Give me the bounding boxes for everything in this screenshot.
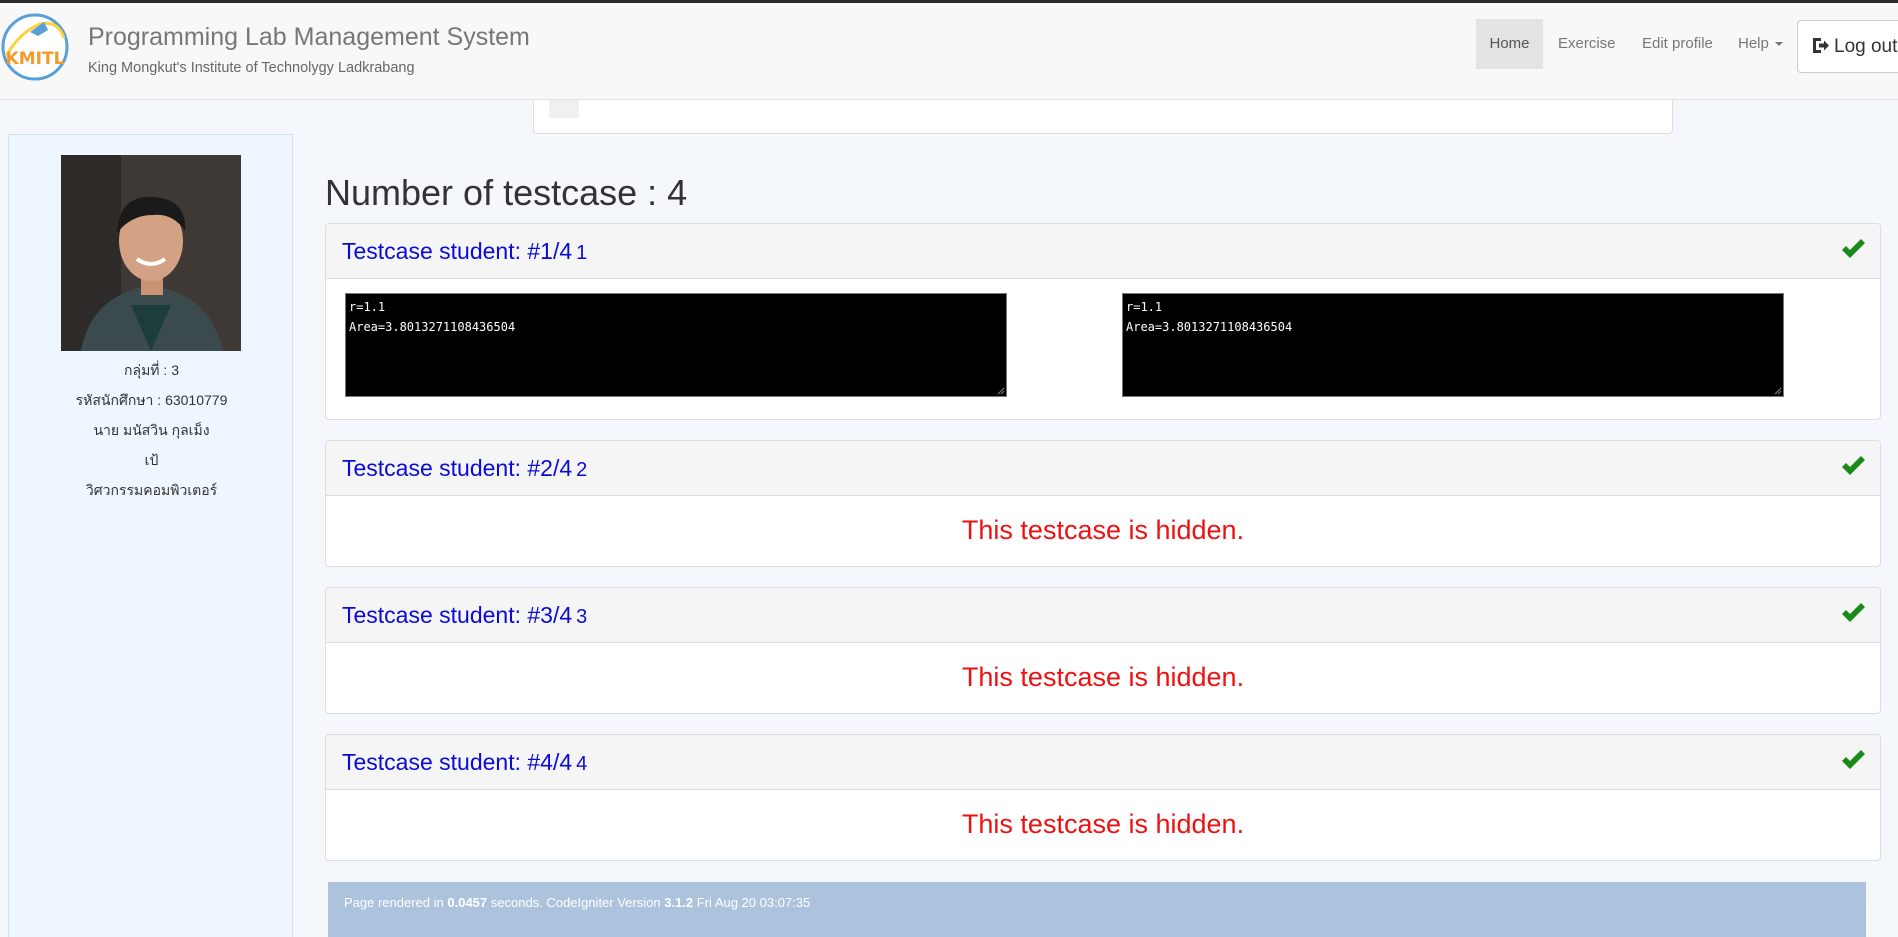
testcase-header-2[interactable]: Testcase student: #2/4 2	[326, 441, 1880, 496]
avatar	[61, 155, 241, 351]
testcase-header-4[interactable]: Testcase student: #4/4 4	[326, 735, 1880, 790]
previous-panel-cell	[549, 100, 579, 118]
logout-button[interactable]: Log out	[1797, 20, 1898, 73]
testcase-title-3: Testcase student: #3/4 3	[342, 602, 587, 629]
check-icon	[1842, 603, 1865, 622]
testcase-title-4: Testcase student: #4/4 4	[342, 749, 587, 776]
output-line: Area=3.8013271108436504	[349, 320, 516, 334]
testcase-count-heading: Number of testcase : 4	[325, 172, 688, 213]
nav-edit-profile[interactable]: Edit profile	[1626, 19, 1729, 69]
nav-help-label: Help	[1738, 35, 1769, 52]
profile-student-id: รหัสนักศึกษา : 63010779	[75, 392, 228, 408]
logout-label: Log out	[1834, 36, 1898, 57]
footer-prefix: Page rendered in	[344, 895, 444, 910]
kmitl-logo[interactable]: KMITL	[0, 12, 70, 82]
testcase-title-text: Testcase student: #3/4	[342, 602, 573, 628]
check-icon	[1842, 750, 1865, 769]
nav-exercise[interactable]: Exercise	[1542, 19, 1632, 69]
expected-output-textarea[interactable]: r=1.1 Area=3.8013271108436504	[1122, 293, 1784, 397]
resize-handle-icon[interactable]	[997, 387, 1005, 395]
testcase-panel-3: Testcase student: #3/4 3 This testcase is…	[325, 587, 1881, 714]
footer-datetime: Fri Aug 20 03:07:35	[696, 895, 811, 910]
footer-middle: seconds. CodeIgniter Version	[490, 895, 661, 910]
profile-nickname: เป้	[144, 452, 159, 468]
page-footer: Page rendered in 0.0457 seconds. CodeIgn…	[328, 882, 1866, 937]
hidden-testcase-message: This testcase is hidden.	[961, 809, 1245, 839]
check-icon	[1842, 239, 1865, 258]
output-line: r=1.1	[349, 300, 386, 314]
app-title[interactable]: Programming Lab Management System	[88, 23, 530, 52]
logout-icon	[1813, 38, 1829, 53]
logo-text: KMITL	[6, 49, 65, 69]
testcase-panel-4: Testcase student: #4/4 4 This testcase is…	[325, 734, 1881, 861]
output-line: r=1.1	[1126, 300, 1163, 314]
student-output-textarea[interactable]: r=1.1 Area=3.8013271108436504	[345, 293, 1007, 397]
nav-help-dropdown[interactable]: Help	[1722, 19, 1799, 69]
navbar: KMITL Programming Lab Management System …	[0, 3, 1898, 100]
testcase-title-text: Testcase student: #4/4	[342, 749, 573, 775]
app-subtitle: King Mongkut's Institute of Technolygy L…	[88, 60, 415, 76]
testcase-title-text: Testcase student: #2/4	[342, 455, 573, 481]
footer-version: 3.1.2	[664, 895, 694, 910]
testcase-header-1[interactable]: Testcase student: #1/4 1	[326, 224, 1880, 279]
output-line: Area=3.8013271108436504	[1126, 320, 1293, 334]
previous-panel-bottom	[533, 100, 1673, 134]
profile-group: กลุ่มที่ : 3	[124, 362, 179, 378]
resize-handle-icon[interactable]	[1774, 387, 1782, 395]
hidden-testcase-message: This testcase is hidden.	[961, 662, 1245, 692]
nav-home[interactable]: Home	[1476, 19, 1543, 69]
profile-sidebar: กลุ่มที่ : 3 รหัสนักศึกษา : 63010779 นาย…	[8, 134, 293, 937]
testcase-number: 2	[576, 459, 588, 481]
check-icon	[1842, 456, 1865, 475]
testcase-number: 4	[576, 753, 588, 775]
testcase-title-text: Testcase student: #1/4	[342, 238, 573, 264]
testcase-header-3[interactable]: Testcase student: #3/4 3	[326, 588, 1880, 643]
testcase-number: 1	[576, 242, 588, 264]
testcase-title-1: Testcase student: #1/4 1	[342, 238, 587, 265]
hidden-testcase-message: This testcase is hidden.	[961, 515, 1245, 545]
footer-render-time: 0.0457	[447, 895, 488, 910]
testcase-panel-2: Testcase student: #2/4 2 This testcase is…	[325, 440, 1881, 567]
caret-down-icon	[1774, 42, 1783, 47]
testcase-title-2: Testcase student: #2/4 2	[342, 455, 587, 482]
testcase-panel-1: Testcase student: #1/4 1 r=1.1 Area=3.801…	[325, 223, 1881, 420]
testcase-number: 3	[576, 606, 588, 628]
profile-name: นาย มนัสวิน กุลเม็ง	[93, 422, 210, 438]
profile-department: วิศวกรรมคอมพิวเตอร์	[85, 482, 218, 498]
